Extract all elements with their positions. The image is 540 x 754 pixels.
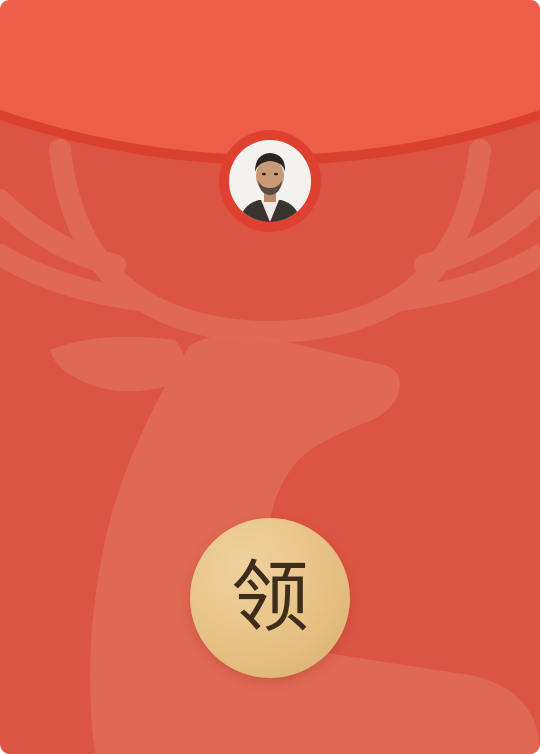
open-button-label: 领 bbox=[230, 553, 309, 643]
person-avatar-icon bbox=[229, 140, 311, 222]
red-packet-envelope: 领 bbox=[0, 0, 540, 754]
sender-avatar bbox=[229, 140, 311, 222]
open-red-packet-button[interactable]: 领 bbox=[190, 518, 350, 678]
